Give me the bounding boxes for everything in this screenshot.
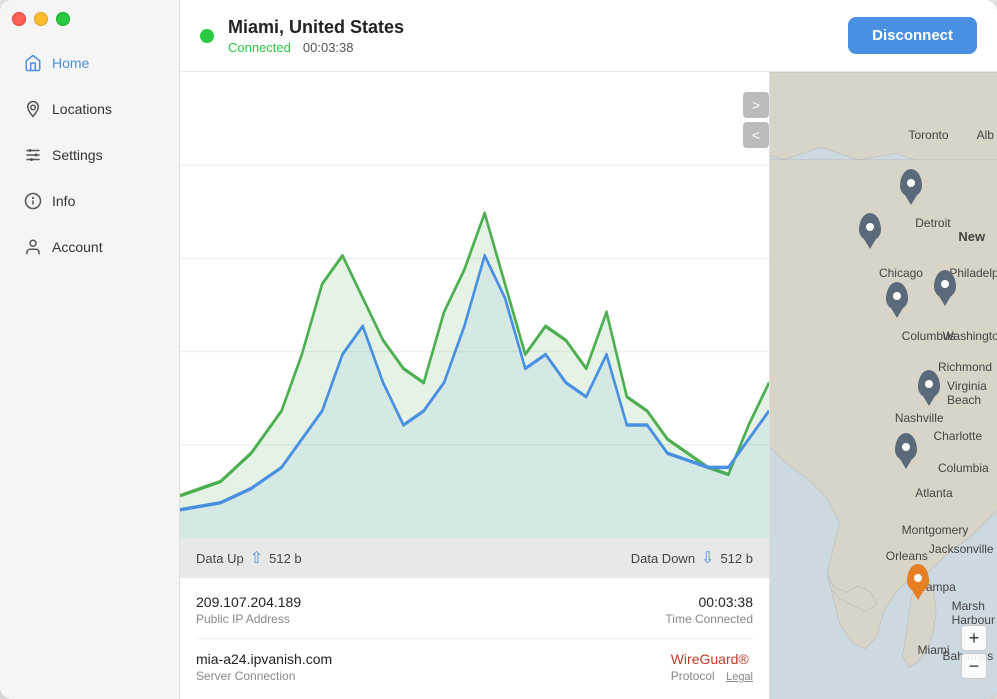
pin-dot-chicago [866,223,874,231]
info-panel: 209.107.204.189 Public IP Address 00:03:… [180,578,769,699]
sidebar-item-account[interactable]: Account [8,226,171,268]
map-pin-columbus[interactable] [886,282,908,310]
status-time: 00:03:38 [303,40,354,55]
time-col: 00:03:38 Time Connected [665,594,753,626]
pin-dot-columbus [893,292,901,300]
minimize-button[interactable] [34,12,48,26]
settings-icon [24,146,42,164]
map-pin-washington[interactable] [934,270,956,298]
time-connected-value: 00:03:38 [665,594,753,610]
time-connected-label: Time Connected [665,612,753,626]
location-icon [24,100,42,118]
connection-status-dot [200,29,214,43]
pin-body-detroit [900,169,922,197]
connection-location: Miami, United States [228,17,834,38]
pin-dot-miami [914,574,922,582]
up-arrow-icon: ⇧ [250,548,263,568]
data-down-label: Data Down [631,551,695,566]
protocol-label: Protocol Legal [671,669,753,683]
zoom-in-button[interactable]: + [961,625,987,651]
map-pin-chicago[interactable] [859,213,881,241]
info-divider [196,638,753,639]
main-layout: Home Locations [0,0,997,699]
map-pin-charlotte[interactable] [918,370,940,398]
protocol-col: WireGuard® Protocol Legal [671,651,753,683]
pin-dot-detroit [907,179,915,187]
sidebar-info-label: Info [52,193,75,209]
data-up-stat: Data Up ⇧ 512 b [196,548,302,568]
server-connection-value: mia-a24.ipvanish.com [196,651,332,667]
data-up-label: Data Up [196,551,244,566]
map-container: Toronto Detroit Philadelphia New Chicago… [770,72,997,699]
sidebar-settings-label: Settings [52,147,103,163]
collapse-chart-button[interactable]: < [743,122,769,148]
sidebar-item-settings[interactable]: Settings [8,134,171,176]
chart-collapse-buttons: > < [743,92,769,148]
left-panel: > < Data Up ⇧ 512 b Data Down [180,72,770,699]
sidebar: Home Locations [0,0,180,699]
home-icon [24,54,42,72]
map-area: Toronto Detroit Philadelphia New Chicago… [770,72,997,699]
pin-body-columbus [886,282,908,310]
chart-area: > < [180,72,769,538]
info-icon [24,192,42,210]
disconnect-button[interactable]: Disconnect [848,17,977,54]
sidebar-locations-label: Locations [52,101,112,117]
ip-address-value: 209.107.204.189 [196,594,301,610]
content-body: > < Data Up ⇧ 512 b Data Down [180,72,997,699]
pin-body-atlanta [895,433,917,461]
map-pin-atlanta[interactable] [895,433,917,461]
server-col: mia-a24.ipvanish.com Server Connection [196,651,332,683]
sidebar-item-locations[interactable]: Locations [8,88,171,130]
content-area: Miami, United States Connected 00:03:38 … [180,0,997,699]
legal-link[interactable]: Legal [726,671,753,683]
pin-body-chicago [859,213,881,241]
zoom-buttons: + − [961,625,987,679]
connection-status-row: Connected 00:03:38 [228,40,834,55]
sidebar-account-label: Account [52,239,103,255]
down-arrow-icon: ⇩ [701,548,714,568]
bandwidth-chart [180,72,769,538]
map-pin-miami[interactable] [907,564,929,592]
pin-body-charlotte [918,370,940,398]
expand-chart-button[interactable]: > [743,92,769,118]
sidebar-item-home[interactable]: Home [8,42,171,84]
server-connection-label: Server Connection [196,669,332,683]
pin-dot-charlotte [925,380,933,388]
ip-col: 209.107.204.189 Public IP Address [196,594,301,626]
data-down-stat: Data Down ⇩ 512 b [631,548,753,568]
traffic-lights [12,12,70,26]
close-button[interactable] [12,12,26,26]
ip-address-label: Public IP Address [196,612,301,626]
maximize-button[interactable] [56,12,70,26]
sidebar-home-label: Home [52,55,89,71]
app-window: Home Locations [0,0,997,699]
map-pin-detroit[interactable] [900,169,922,197]
zoom-out-button[interactable]: − [961,653,987,679]
sidebar-item-info[interactable]: Info [8,180,171,222]
account-icon [24,238,42,256]
pin-body-washington [934,270,956,298]
data-down-value: 512 b [720,551,753,566]
connection-header: Miami, United States Connected 00:03:38 … [180,0,997,72]
pin-dot-washington [941,280,949,288]
map-background [770,72,997,699]
data-stats-bar: Data Up ⇧ 512 b Data Down ⇩ 512 b [180,538,769,578]
ip-time-row: 209.107.204.189 Public IP Address 00:03:… [196,594,753,626]
server-protocol-row: mia-a24.ipvanish.com Server Connection W… [196,651,753,683]
protocol-value: WireGuard® [671,651,753,667]
connection-info: Miami, United States Connected 00:03:38 [228,17,834,55]
pin-body-miami [907,564,929,592]
pin-dot-atlanta [902,443,910,451]
data-up-value: 512 b [269,551,302,566]
status-connected-label: Connected [228,40,291,55]
